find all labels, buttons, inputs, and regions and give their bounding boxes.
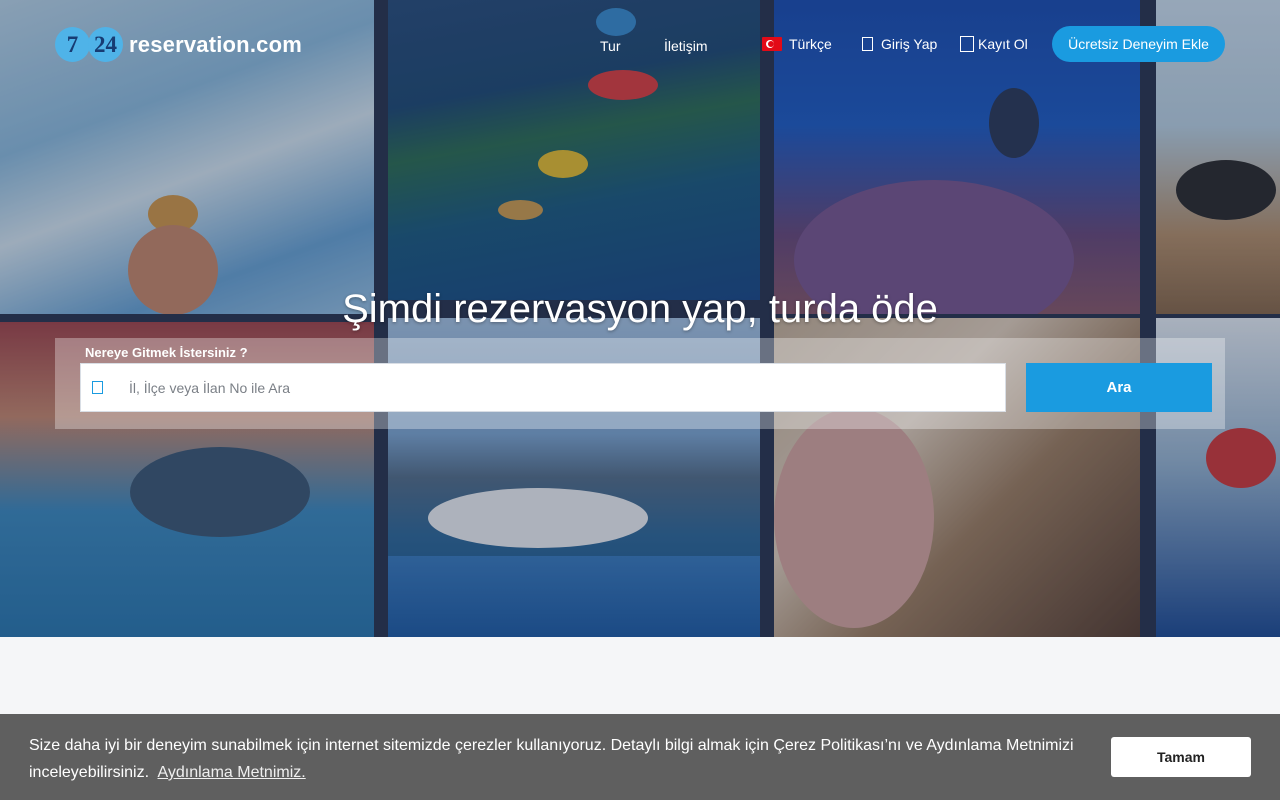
search-input[interactable] [127,378,991,397]
logo-badge-7: 7 [55,27,90,62]
login-icon [862,37,873,51]
search-button[interactable]: Ara [1026,363,1212,412]
add-free-experience-button[interactable]: Ücretsiz Deneyim Ekle [1052,26,1225,62]
register-link[interactable]: Kayıt Ol [960,36,1028,52]
nav-contact-link[interactable]: İletişim [664,38,708,54]
nav-tour-link[interactable]: Tur [600,38,620,54]
location-pin-icon [92,381,103,394]
language-selector[interactable]: Türkçe [762,36,832,52]
turkey-flag-icon [762,37,782,51]
logo-badge-24: 24 [88,27,123,62]
search-label: Nereye Gitmek İstersiniz ? [85,345,248,360]
search-panel: Nereye Gitmek İstersiniz ? Ara [55,338,1225,429]
register-icon [960,36,974,52]
logo-text: reservation.com [129,31,302,57]
cookie-accept-button[interactable]: Tamam [1111,737,1251,777]
cookie-consent-bar: Size daha iyi bir deneyim sunabilmek içi… [0,714,1280,800]
site-header: 7 24 reservation.com Tur İletişim Türkçe… [0,0,1280,90]
cookie-message: Size daha iyi bir deneyim sunabilmek içi… [29,732,1089,786]
site-logo[interactable]: 7 24 reservation.com [55,27,302,62]
hero-headline: Şimdi rezervasyon yap, turda öde [342,287,938,331]
language-label: Türkçe [789,36,832,52]
search-box[interactable] [80,363,1006,412]
login-label: Giriş Yap [881,36,938,52]
register-label: Kayıt Ol [978,36,1028,52]
login-link[interactable]: Giriş Yap [862,36,937,52]
privacy-notice-link[interactable]: Aydınlama Metnimiz. [158,764,306,781]
